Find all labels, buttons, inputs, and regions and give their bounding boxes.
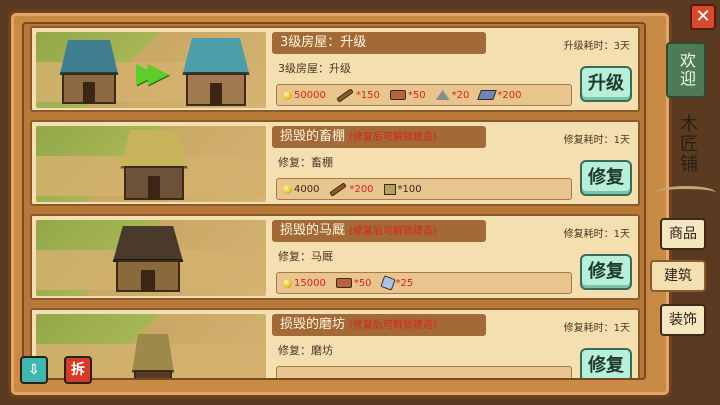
card-time: 升级耗时：3天 <box>563 41 630 52</box>
tab-decorations[interactable]: 装饰 <box>660 304 706 336</box>
coin-icon <box>283 184 292 194</box>
close-button[interactable]: ✕ <box>690 4 716 30</box>
cost-plank: *50 <box>335 278 372 289</box>
cost-iron: *200 <box>477 90 521 101</box>
plank-icon <box>335 278 352 288</box>
repair-button[interactable]: 修复 <box>580 254 632 290</box>
iron-ingot-icon <box>477 90 498 100</box>
upgrade-button[interactable]: 升级 <box>580 66 632 102</box>
wood-log-icon <box>329 181 348 197</box>
unlock-hint: (修复后可解锁建造) <box>349 226 437 237</box>
cost-coin: 50000 <box>283 90 326 101</box>
building-list[interactable]: ▶▶ 3级房屋：升级 升级耗时：3天 3级房屋：升级 50000 *150 *5… <box>22 22 646 380</box>
card-title-text: 损毁的畜棚 <box>280 129 346 144</box>
plank-icon <box>389 90 406 100</box>
unlock-hint: (修复后可解锁建造) <box>349 132 437 143</box>
list-item-mill: 损毁的磨坊 (修复后可解锁建造) 修复耗时：1天 修复：磨坊 修复 <box>30 308 640 378</box>
cost-list: 4000 *200 *100 <box>276 178 572 200</box>
stable-image <box>36 220 266 296</box>
demolish-button[interactable]: 拆 <box>64 356 92 384</box>
card-title: 3级房屋：升级 <box>272 32 486 54</box>
coin-icon <box>283 90 292 100</box>
shop-name-label: 木匠铺 <box>677 114 698 174</box>
list-item-house-upgrade: ▶▶ 3级房屋：升级 升级耗时：3天 3级房屋：升级 50000 *150 *5… <box>30 26 640 112</box>
download-icon: ⇩ <box>28 362 40 378</box>
card-desc: 3级房屋：升级 <box>278 62 351 75</box>
cost-list: 15000 *50 *25 <box>276 272 572 294</box>
cost-stone: *20 <box>435 90 469 101</box>
cost-wood: *200 <box>329 181 374 197</box>
tab-goods[interactable]: 商品 <box>660 218 706 250</box>
tab-welcome[interactable]: 欢迎 <box>666 42 706 98</box>
download-button[interactable]: ⇩ <box>20 356 48 384</box>
cost-list <box>276 366 572 378</box>
coin-icon <box>283 278 292 288</box>
tab-buildings[interactable]: 建筑 <box>650 260 706 292</box>
unlock-hint: (修复后可解锁建造) <box>349 320 437 331</box>
upgrade-arrow-icon: ▶▶ <box>136 56 169 89</box>
card-title-text: 损毁的马厩 <box>280 223 346 238</box>
card-desc: 修复：马厩 <box>278 250 333 263</box>
card-title: 损毁的磨坊 (修复后可解锁建造) <box>272 314 486 336</box>
cost-hay: *100 <box>383 183 422 195</box>
cost-coin: 15000 <box>283 278 326 289</box>
cost-plank: *50 <box>389 90 426 101</box>
card-desc: 修复：磨坊 <box>278 344 333 357</box>
hay-bale-icon <box>383 183 396 195</box>
blue-tile-icon <box>379 275 396 291</box>
decorative-cloud-divider <box>656 186 716 200</box>
repair-button[interactable]: 修复 <box>580 160 632 196</box>
cost-tile: *25 <box>379 275 413 291</box>
card-title-text: 3级房屋：升级 <box>280 35 367 50</box>
stone-icon <box>435 90 450 100</box>
card-title: 损毁的马厩 (修复后可解锁建造) <box>272 220 486 242</box>
list-item-stable: 损毁的马厩 (修复后可解锁建造) 修复耗时：1天 修复：马厩 15000 *50 … <box>30 214 640 300</box>
card-title: 损毁的畜棚 (修复后可解锁建造) <box>272 126 486 148</box>
cost-list: 50000 *150 *50 *20 *200 <box>276 84 572 106</box>
demolish-icon: 拆 <box>71 362 85 378</box>
repair-button[interactable]: 修复 <box>580 348 632 378</box>
card-time: 修复耗时：1天 <box>563 229 630 240</box>
cost-coin: 4000 <box>283 184 319 195</box>
card-time: 修复耗时：1天 <box>563 323 630 334</box>
wood-log-icon <box>336 87 354 103</box>
cost-wood: *150 <box>336 87 380 103</box>
barn-image <box>36 126 266 202</box>
card-title-text: 损毁的磨坊 <box>280 317 346 332</box>
list-item-barn: 损毁的畜棚 (修复后可解锁建造) 修复耗时：1天 修复：畜棚 4000 *200 … <box>30 120 640 206</box>
house-upgrade-image: ▶▶ <box>36 32 266 108</box>
card-desc: 修复：畜棚 <box>278 156 333 169</box>
card-time: 修复耗时：1天 <box>563 135 630 146</box>
